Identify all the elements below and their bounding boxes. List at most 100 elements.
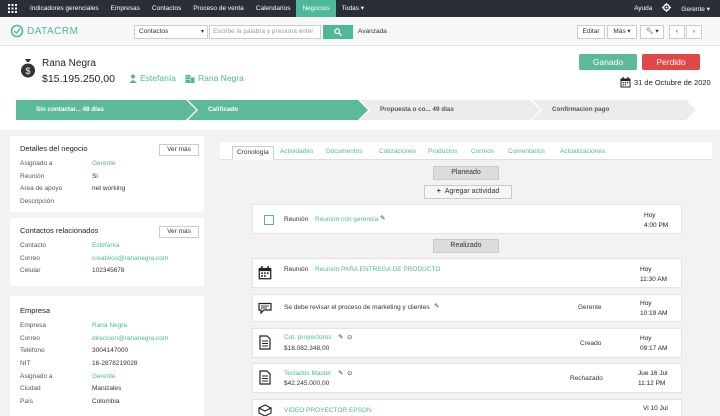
plus-icon: + [436, 188, 441, 195]
company-value: Manizales [92, 385, 122, 392]
tab-comentarios[interactable]: Comentarios [508, 146, 545, 160]
lost-button[interactable]: Perdido [642, 54, 700, 70]
planned-header: Planeado [433, 166, 499, 180]
nav-indicadores[interactable]: Indicadores gerenciales [24, 0, 105, 17]
item-title[interactable]: Cot. proyectores [284, 334, 332, 341]
document-icon [259, 335, 271, 350]
tab-correos[interactable]: Correos [471, 146, 494, 160]
detail-row: Asignado a Gerente [20, 160, 116, 167]
nav-contactos[interactable]: Contactos [146, 0, 187, 17]
complete-checkbox[interactable] [264, 215, 274, 225]
tab-cotizaciones[interactable]: Cotizaciones [379, 146, 416, 160]
stage-sin-contactar[interactable]: Sin contactar... 48 días [16, 100, 196, 120]
module-select[interactable]: Contactos ▾ [134, 25, 208, 39]
deal-company-link[interactable]: Rana Negra [185, 73, 244, 83]
completed-header: Realizado [433, 239, 499, 253]
contact-key: Correo [20, 255, 40, 262]
item-date: Hoy [640, 300, 652, 307]
company-key: Asignado a [20, 373, 53, 380]
view-icon[interactable]: ⊙ [347, 333, 352, 341]
stage-confirmacion-pago[interactable]: Confirmacion pago [532, 100, 696, 120]
tab-cronologia[interactable]: Cronología [232, 146, 274, 160]
company-row: Correo direccion@rananegra.com [20, 335, 168, 342]
stage-propuesta[interactable]: Propuesta o co... 49 días [360, 100, 540, 120]
company-panel: Empresa Empresa Rana Negra Correo direccio… [10, 296, 204, 416]
close-date-text: 31 de Octubre de 2020 [634, 78, 711, 87]
apps-grid-icon[interactable] [0, 0, 24, 17]
details-more-button[interactable]: Ver más [159, 144, 199, 156]
add-activity-button[interactable]: + Agregar actividad [424, 185, 512, 199]
edit-button[interactable]: Editar [577, 25, 605, 39]
item-title[interactable]: Reunión PARA ENTREGA DE PRODUCTO [315, 266, 440, 273]
pencil-icon[interactable]: ✎ [434, 302, 439, 310]
stage-label: Propuesta o co... 49 días [380, 106, 454, 113]
item-type: Reunión [284, 266, 309, 273]
detail-value: Si [92, 173, 98, 180]
detail-key: Descripción [20, 198, 54, 205]
company-value[interactable]: Rana Negra [92, 322, 127, 329]
stage-calificado[interactable]: Calificado [188, 100, 368, 120]
contact-key: Celular [20, 267, 41, 274]
company-row: País Colombia [20, 398, 119, 405]
contact-key: Contacto [20, 242, 47, 249]
pencil-icon[interactable]: ✎ [380, 214, 385, 222]
help-link[interactable]: Ayuda [634, 5, 652, 12]
comment-icon [258, 302, 272, 314]
deal-details-panel: Detalles del negocio Ver más Asignado a G… [10, 136, 204, 212]
datacrm-logo[interactable]: DATACRM [10, 24, 78, 38]
company-value[interactable]: direccion@rananegra.com [92, 335, 168, 342]
detail-value[interactable]: Gerente [92, 160, 116, 167]
view-icon[interactable]: ⊙ [347, 369, 352, 377]
tools-dropdown[interactable]: 🔧︎ ▾ [640, 25, 664, 39]
building-icon [185, 74, 195, 83]
deal-amount: $15.195.250,00 [42, 73, 115, 85]
detail-key: Asignado a [20, 160, 53, 167]
wrench-icon: 🔧︎ [645, 28, 654, 35]
pencil-icon[interactable]: ✎ [338, 333, 343, 341]
tab-actualizaciones[interactable]: Actualizaciones [560, 146, 605, 160]
item-title[interactable]: Teclados Master [284, 370, 331, 377]
more-button[interactable]: Más ▾ [607, 25, 637, 39]
tab-productos[interactable]: Productos [428, 146, 457, 160]
item-status: Rechazado [570, 375, 603, 382]
nav-negocios[interactable]: Negocios [296, 0, 336, 17]
previous-record-button[interactable]: ‹ [669, 25, 685, 39]
company-value: 16-2878219028 [92, 360, 138, 367]
item-title[interactable]: Reunión con gerencia [315, 216, 378, 223]
person-icon [129, 74, 137, 83]
contact-value[interactable]: Estefanía [92, 242, 119, 249]
company-key: NIT [20, 360, 31, 367]
user-name: Gerente [681, 5, 705, 13]
contact-value[interactable]: creativos@rananegra.com [92, 255, 168, 262]
item-date: Hoy [640, 266, 652, 273]
user-menu[interactable]: Gerente ▾ [681, 5, 710, 13]
stage-label: Calificado [208, 106, 239, 113]
nav-empresas[interactable]: Empresas [105, 0, 146, 17]
nav-proceso-venta[interactable]: Proceso de venta [187, 0, 250, 17]
top-navbar: Indicadores gerenciales Empresas Contact… [0, 0, 720, 17]
deal-details-title: Detalles del negocio [20, 144, 88, 153]
nav-calendarios[interactable]: Calendarios [250, 0, 297, 17]
search-button[interactable] [323, 25, 353, 39]
timeline-item: Cot. proyectores ✎ ⊙ $18.082.348,00 Crea… [252, 328, 682, 358]
calendar-icon [620, 77, 631, 88]
gear-icon[interactable] [662, 3, 672, 14]
contact-row: Contacto Estefanía [20, 242, 119, 249]
company-value[interactable]: Gerente [92, 373, 116, 380]
won-button[interactable]: Ganado [579, 54, 637, 70]
add-activity-label: Agregar actividad [444, 188, 500, 195]
pencil-icon[interactable]: ✎ [338, 369, 343, 377]
advanced-search-link[interactable]: Avanzada [358, 25, 387, 39]
item-title[interactable]: VIDEO PROYECTOR EPSON [284, 407, 372, 414]
tab-actividades[interactable]: Actividades [280, 146, 313, 160]
tab-documentos[interactable]: Documentos [326, 146, 363, 160]
search-input[interactable]: Escribe la palabra y presiona enter [209, 25, 321, 39]
next-record-button[interactable]: › [686, 25, 702, 39]
calendar-icon [258, 266, 272, 280]
contacts-more-button[interactable]: Ver más [159, 226, 199, 238]
sales-pipeline: Sin contactar... 48 días Calificado Prop… [16, 100, 696, 120]
deal-contact-link[interactable]: Estefanía [129, 73, 176, 83]
item-status: Gerente [578, 304, 602, 311]
chevron-down-icon: ▾ [200, 29, 204, 35]
nav-todas[interactable]: Todas ▾ [336, 0, 370, 17]
